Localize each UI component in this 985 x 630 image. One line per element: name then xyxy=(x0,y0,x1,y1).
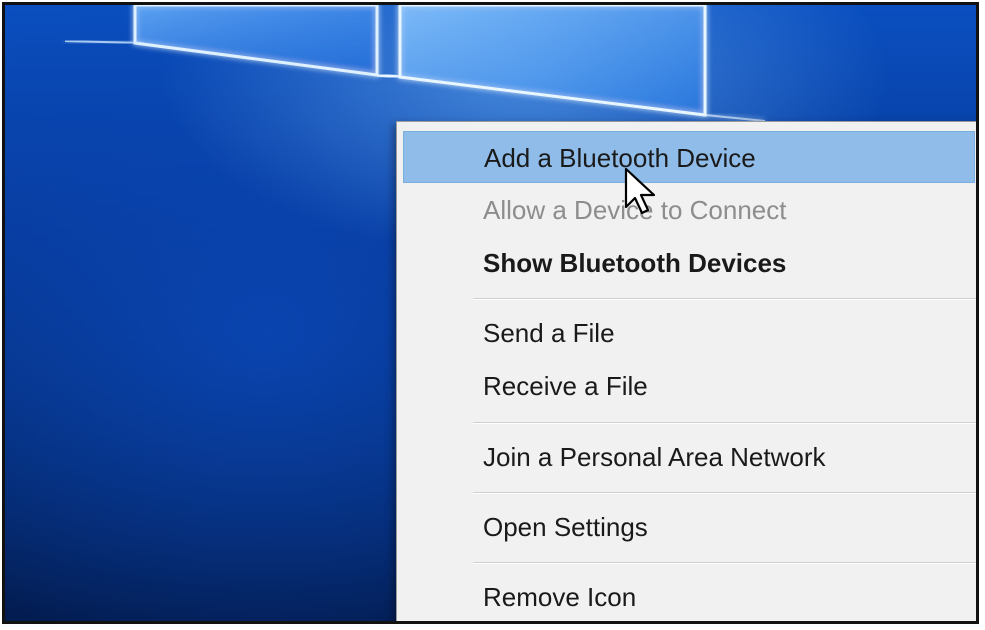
menu-item-remove-icon[interactable]: Remove Icon xyxy=(403,571,975,621)
menu-item-allow-device-to-connect: Allow a Device to Connect xyxy=(483,195,787,225)
menu-item-open-settings[interactable]: Open Settings xyxy=(403,501,975,553)
arrow-cursor-icon xyxy=(624,167,656,215)
menu-item-send-a-file[interactable]: Send a File xyxy=(403,307,975,359)
menu-item-show-bluetooth-devices[interactable]: Show Bluetooth Devices xyxy=(403,237,975,289)
menu-item-join-personal-area-network[interactable]: Join a Personal Area Network xyxy=(403,431,975,483)
menu-item-add-bluetooth-device[interactable]: Add a Bluetooth Device xyxy=(403,131,975,183)
menu-separator xyxy=(473,422,976,424)
menu-separator xyxy=(473,298,976,300)
bluetooth-context-menu: Add a Bluetooth Device Allow a Device to… xyxy=(396,121,976,621)
menu-separator xyxy=(473,492,976,494)
menu-separator xyxy=(473,562,976,564)
menu-item-receive-a-file[interactable]: Receive a File xyxy=(403,360,975,412)
screenshot-frame: Add a Bluetooth Device Allow a Device to… xyxy=(2,2,979,624)
